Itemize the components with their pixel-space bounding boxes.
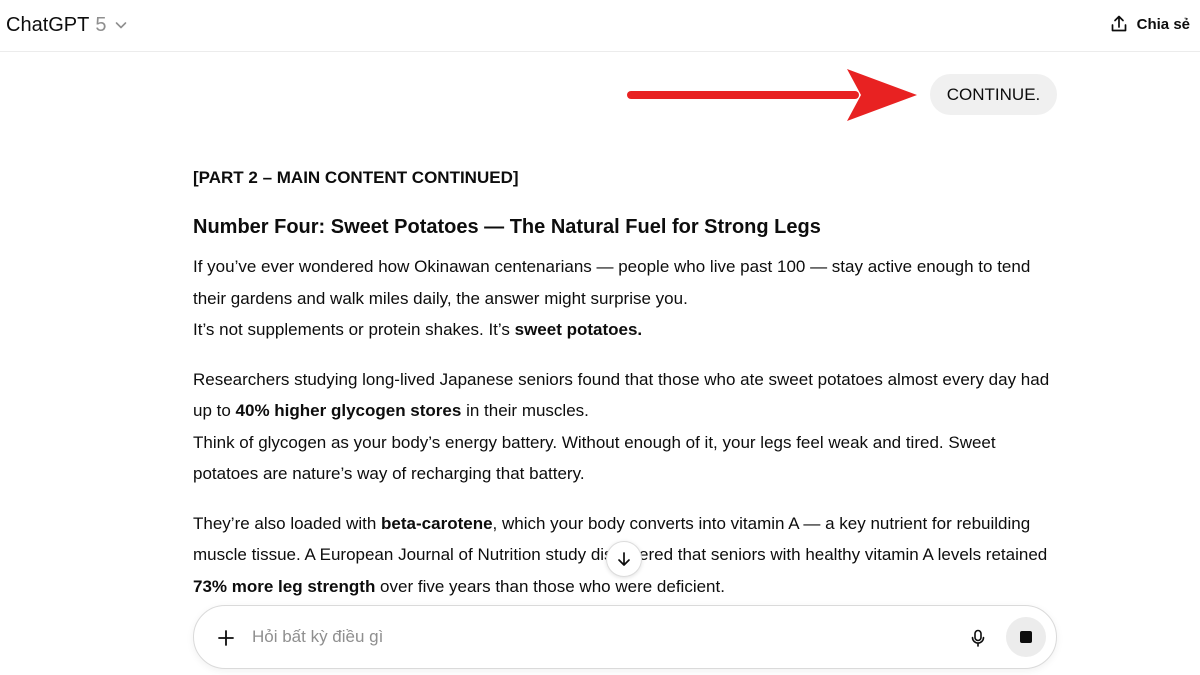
paragraph-text: If you’ve ever wondered how Okinawan cen… <box>193 257 1031 308</box>
message-composer <box>193 605 1057 669</box>
paragraph-text: It’s not supplements or protein shakes. … <box>193 320 515 339</box>
share-upload-icon <box>1109 14 1129 34</box>
user-message-bubble: CONTINUE. <box>930 74 1057 115</box>
red-arrow-annotation <box>627 69 917 121</box>
arrow-down-icon <box>615 550 633 568</box>
paragraph-text: They’re also loaded with <box>193 513 382 533</box>
response-paragraph: If you’ve ever wondered how Okinawan cen… <box>193 251 1063 346</box>
voice-input-button[interactable] <box>964 624 992 652</box>
chevron-down-icon <box>114 18 128 32</box>
plus-icon <box>216 628 236 648</box>
paragraph-text: Think of glycogen as your body’s energy … <box>193 432 996 484</box>
stop-icon <box>1020 631 1032 643</box>
model-version: 5 <box>95 13 107 36</box>
bold-highlight: beta-carotene <box>381 513 493 533</box>
message-input[interactable] <box>252 622 942 652</box>
share-label: Chia sẻ <box>1136 15 1190 33</box>
bold-highlight: sweet potatoes. <box>514 320 643 339</box>
model-switcher[interactable]: ChatGPT 5 <box>6 11 128 39</box>
user-message-text: CONTINUE. <box>946 84 1041 104</box>
model-name: ChatGPT <box>6 13 90 36</box>
attach-button[interactable] <box>212 624 240 652</box>
part-title: [PART 2 – MAIN CONTENT CONTINUED] <box>193 168 519 187</box>
stop-generating-button[interactable] <box>1006 617 1046 657</box>
bold-highlight: 73% more leg strength <box>193 576 376 596</box>
response-paragraph: Researchers studying long-lived Japanese… <box>193 364 1063 490</box>
paragraph-text: in their muscles. <box>461 401 589 420</box>
scroll-to-bottom-button[interactable] <box>606 541 642 577</box>
section-heading: Number Four: Sweet Potatoes — The Natura… <box>193 216 821 238</box>
bold-highlight: 40% higher glycogen stores <box>235 401 462 420</box>
share-button[interactable]: Chia sẻ <box>1109 10 1190 38</box>
top-bar: ChatGPT 5 Chia sẻ <box>0 0 1200 52</box>
microphone-icon <box>968 628 988 648</box>
paragraph-text: over five years than those who were defi… <box>375 576 725 596</box>
